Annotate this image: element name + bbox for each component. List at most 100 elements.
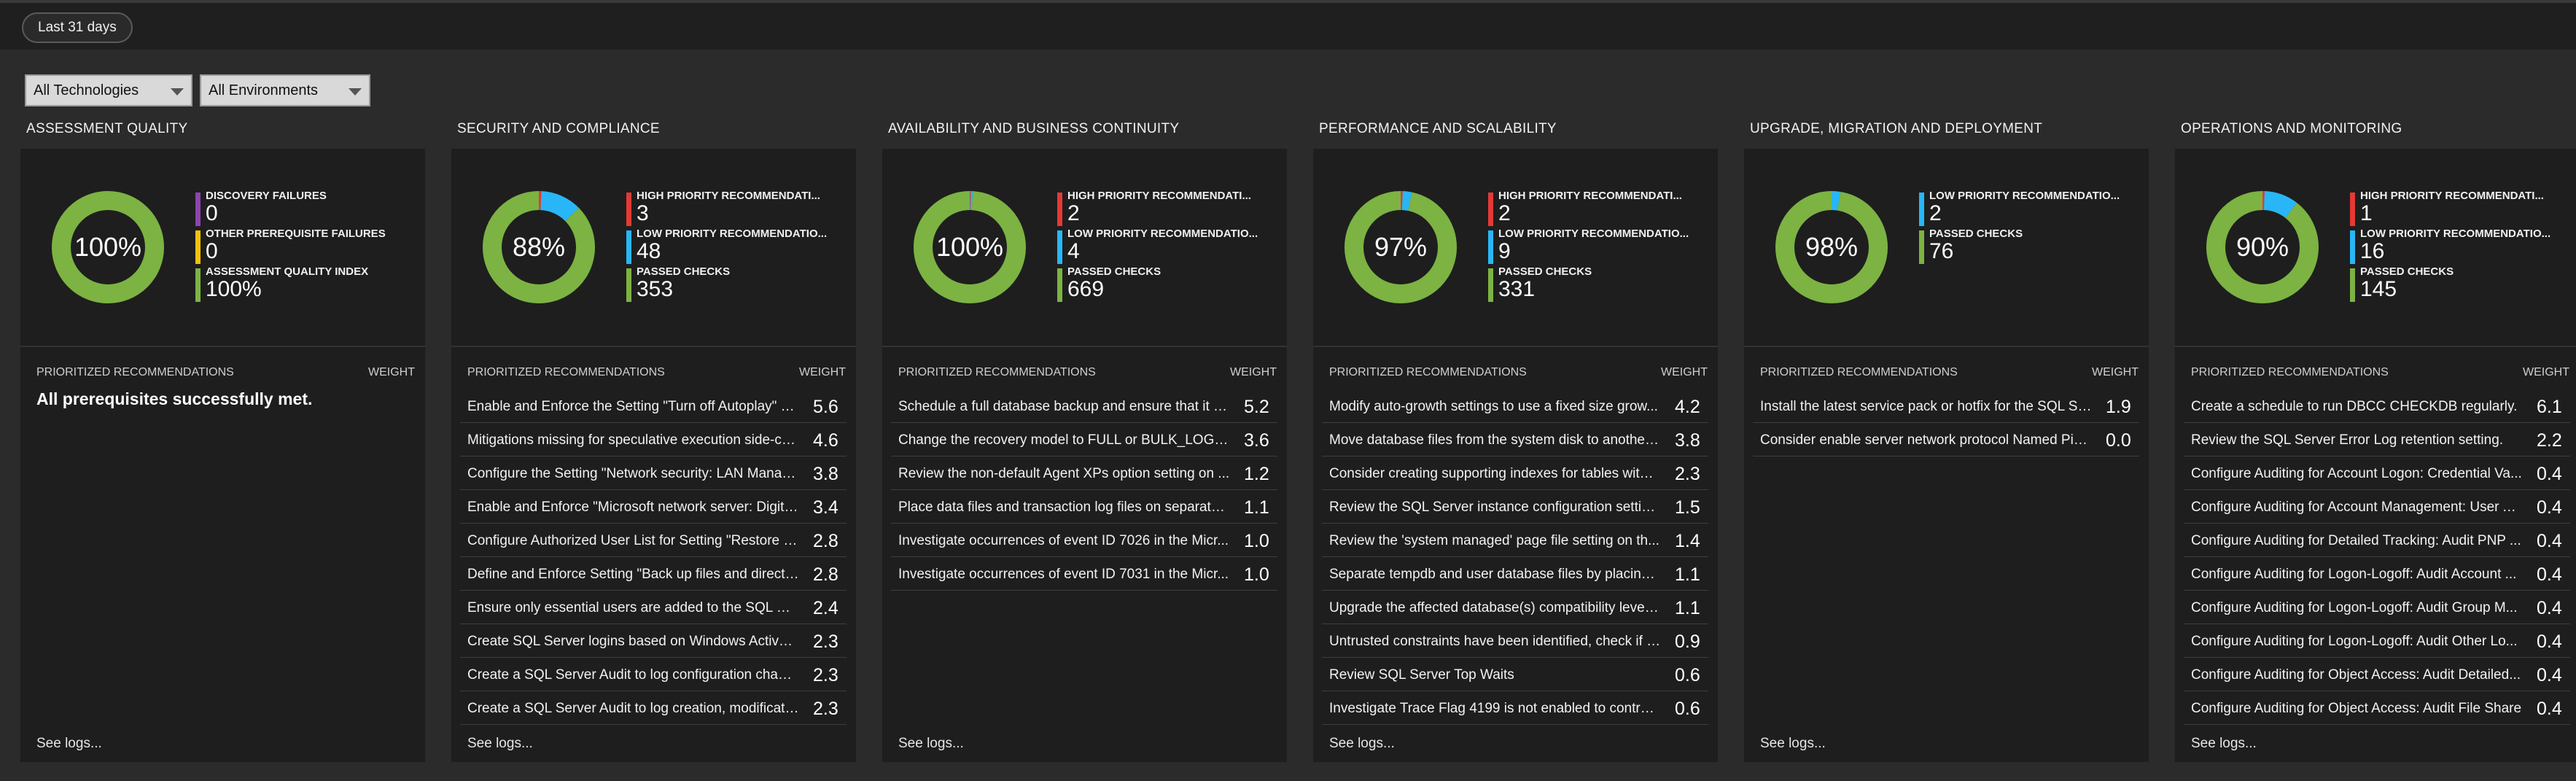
- recommendation-row[interactable]: Enable and Enforce the Setting "Turn off…: [460, 389, 847, 423]
- donut-chart[interactable]: 100%: [911, 189, 1028, 306]
- legend-label: LOW PRIORITY RECOMMENDATIO...: [1929, 190, 2120, 202]
- recommendation-weight: 2.2: [2537, 430, 2562, 451]
- recommendation-text: Define and Enforce Setting "Back up file…: [467, 567, 799, 582]
- legend-color-bar: [1919, 230, 1924, 264]
- donut-percent: 100%: [935, 232, 1004, 262]
- see-logs-link[interactable]: See logs...: [1760, 736, 1826, 752]
- recommendation-row[interactable]: Review SQL Server Top Waits 0.6: [1322, 658, 1708, 691]
- recommendations-column-header: PRIORITIZED RECOMMENDATIONS: [2191, 366, 2389, 378]
- recommendation-row[interactable]: Investigate occurrences of event ID 7026…: [891, 524, 1277, 557]
- legend-value: 3: [637, 201, 649, 225]
- recommendation-row[interactable]: Create a SQL Server Audit to log configu…: [460, 658, 847, 691]
- recommendation-row[interactable]: Place data files and transaction log fil…: [891, 490, 1277, 524]
- donut-percent: 88%: [512, 232, 566, 262]
- recommendation-weight: 1.1: [1675, 564, 1700, 585]
- recommendation-row[interactable]: Move database files from the system disk…: [1322, 423, 1708, 456]
- recommendation-row[interactable]: Create a SQL Server Audit to log creatio…: [460, 691, 847, 725]
- legend-item[interactable]: PASSED CHECKS 145: [2350, 265, 2569, 303]
- recommendation-row[interactable]: Change the recovery model to FULL or BUL…: [891, 423, 1277, 456]
- recommendation-row[interactable]: Investigate Trace Flag 4199 is not enabl…: [1322, 691, 1708, 725]
- recommendation-text: Enable and Enforce "Microsoft network se…: [467, 500, 799, 515]
- legend-item[interactable]: PASSED CHECKS 76: [1919, 228, 2138, 265]
- legend-value: 100%: [206, 277, 262, 301]
- see-logs-link[interactable]: See logs...: [36, 736, 102, 752]
- donut-chart[interactable]: 90%: [2204, 189, 2321, 306]
- recommendation-row[interactable]: Create SQL Server logins based on Window…: [460, 624, 847, 658]
- recommendation-weight: 3.6: [1244, 430, 1269, 451]
- recommendation-weight: 0.0: [2106, 430, 2131, 451]
- recommendation-row[interactable]: Configure Authorized User List for Setti…: [460, 524, 847, 557]
- focus-area-title[interactable]: AVAILABILITY AND BUSINESS CONTINUITY: [888, 121, 1179, 137]
- recommendation-row[interactable]: Configure Auditing for Account Logon: Cr…: [2184, 456, 2570, 490]
- legend-color-bar: [1488, 193, 1493, 226]
- summary-legend: DISCOVERY FAILURES 0 OTHER PREREQUISITE FA…: [195, 190, 414, 303]
- legend-color-bar: [2350, 268, 2355, 302]
- recommendation-row[interactable]: Define and Enforce Setting "Back up file…: [460, 557, 847, 591]
- recommendation-row[interactable]: Upgrade the affected database(s) compati…: [1322, 591, 1708, 624]
- donut-chart[interactable]: 100%: [50, 189, 166, 306]
- legend-item[interactable]: HIGH PRIORITY RECOMMENDATI... 1: [2350, 190, 2569, 228]
- recommendation-row[interactable]: Configure Auditing for Object Access: Au…: [2184, 691, 2570, 725]
- recommendations-column-header: PRIORITIZED RECOMMENDATIONS: [467, 366, 665, 378]
- recommendation-row[interactable]: Investigate occurrences of event ID 7031…: [891, 557, 1277, 591]
- recommendation-row[interactable]: Review the non-default Agent XPs option …: [891, 456, 1277, 490]
- legend-item[interactable]: DISCOVERY FAILURES 0: [195, 190, 414, 228]
- legend-item[interactable]: PASSED CHECKS 353: [626, 265, 845, 303]
- chevron-down-icon: [171, 88, 184, 96]
- recommendation-row[interactable]: Review the SQL Server Error Log retentio…: [2184, 423, 2570, 456]
- legend-item[interactable]: PASSED CHECKS 331: [1488, 265, 1707, 303]
- technology-dropdown[interactable]: All Technologies: [25, 74, 192, 106]
- see-logs-link[interactable]: See logs...: [467, 736, 533, 752]
- recommendation-row[interactable]: Configure Auditing for Account Managemen…: [2184, 490, 2570, 524]
- recommendation-row[interactable]: Configure Auditing for Logon-Logoff: Aud…: [2184, 557, 2570, 591]
- recommendation-row[interactable]: Configure Auditing for Logon-Logoff: Aud…: [2184, 591, 2570, 624]
- legend-item[interactable]: LOW PRIORITY RECOMMENDATIO... 2: [1919, 190, 2138, 228]
- donut-chart[interactable]: 98%: [1773, 189, 1890, 306]
- legend-item[interactable]: HIGH PRIORITY RECOMMENDATI... 3: [626, 190, 845, 228]
- donut-chart[interactable]: 97%: [1342, 189, 1459, 306]
- focus-area-title[interactable]: UPGRADE, MIGRATION AND DEPLOYMENT: [1750, 121, 2042, 137]
- recommendation-row[interactable]: Enable and Enforce "Microsoft network se…: [460, 490, 847, 524]
- recommendation-weight: 2.4: [813, 598, 838, 618]
- recommendation-text: Create SQL Server logins based on Window…: [467, 634, 799, 649]
- focus-area-title[interactable]: SECURITY AND COMPLIANCE: [457, 121, 660, 137]
- legend-item[interactable]: ASSESSMENT QUALITY INDEX 100%: [195, 265, 414, 303]
- recommendation-row[interactable]: Configure Auditing for Detailed Tracking…: [2184, 524, 2570, 557]
- recommendation-row[interactable]: Modify auto-growth settings to use a fix…: [1322, 389, 1708, 423]
- see-logs-link[interactable]: See logs...: [2191, 736, 2257, 752]
- recommendation-row[interactable]: Review the 'system managed' page file se…: [1322, 524, 1708, 557]
- legend-item[interactable]: OTHER PREREQUISITE FAILURES 0: [195, 228, 414, 265]
- recommendation-row[interactable]: Consider enable server network protocol …: [1753, 423, 2139, 456]
- focus-area-title[interactable]: PERFORMANCE AND SCALABILITY: [1319, 121, 1557, 137]
- legend-item[interactable]: LOW PRIORITY RECOMMENDATIO... 9: [1488, 228, 1707, 265]
- recommendation-row[interactable]: Review the SQL Server instance configura…: [1322, 490, 1708, 524]
- legend-color-bar: [195, 230, 201, 264]
- recommendation-row[interactable]: Untrusted constraints have been identifi…: [1322, 624, 1708, 658]
- recommendation-row[interactable]: Install the latest service pack or hotfi…: [1753, 389, 2139, 423]
- recommendation-row[interactable]: Schedule a full database backup and ensu…: [891, 389, 1277, 423]
- recommendation-weight: 0.4: [2537, 598, 2562, 618]
- legend-item[interactable]: HIGH PRIORITY RECOMMENDATI... 2: [1057, 190, 1276, 228]
- legend-item[interactable]: LOW PRIORITY RECOMMENDATIO... 4: [1057, 228, 1276, 265]
- legend-item[interactable]: LOW PRIORITY RECOMMENDATIO... 48: [626, 228, 845, 265]
- recommendation-row[interactable]: Mitigations missing for speculative exec…: [460, 423, 847, 456]
- recommendation-weight: 2.3: [813, 699, 838, 719]
- recommendation-row[interactable]: Configure Auditing for Logon-Logoff: Aud…: [2184, 624, 2570, 658]
- recommendation-weight: 0.4: [2537, 497, 2562, 518]
- legend-item[interactable]: LOW PRIORITY RECOMMENDATIO... 16: [2350, 228, 2569, 265]
- legend-item[interactable]: PASSED CHECKS 669: [1057, 265, 1276, 303]
- environment-dropdown[interactable]: All Environments: [200, 74, 370, 106]
- focus-area-title[interactable]: ASSESSMENT QUALITY: [26, 121, 188, 137]
- focus-area-title[interactable]: OPERATIONS AND MONITORING: [2181, 121, 2402, 137]
- legend-item[interactable]: HIGH PRIORITY RECOMMENDATI... 2: [1488, 190, 1707, 228]
- recommendation-row[interactable]: Configure Auditing for Object Access: Au…: [2184, 658, 2570, 691]
- recommendation-row[interactable]: Consider creating supporting indexes for…: [1322, 456, 1708, 490]
- recommendation-row[interactable]: Separate tempdb and user database files …: [1322, 557, 1708, 591]
- recommendation-row[interactable]: Configure the Setting "Network security:…: [460, 456, 847, 490]
- time-range-pill[interactable]: Last 31 days: [22, 12, 133, 43]
- recommendation-row[interactable]: Ensure only essential users are added to…: [460, 591, 847, 624]
- recommendation-row[interactable]: Create a schedule to run DBCC CHECKDB re…: [2184, 389, 2570, 423]
- see-logs-link[interactable]: See logs...: [1329, 736, 1395, 752]
- see-logs-link[interactable]: See logs...: [898, 736, 964, 752]
- donut-chart[interactable]: 88%: [480, 189, 597, 306]
